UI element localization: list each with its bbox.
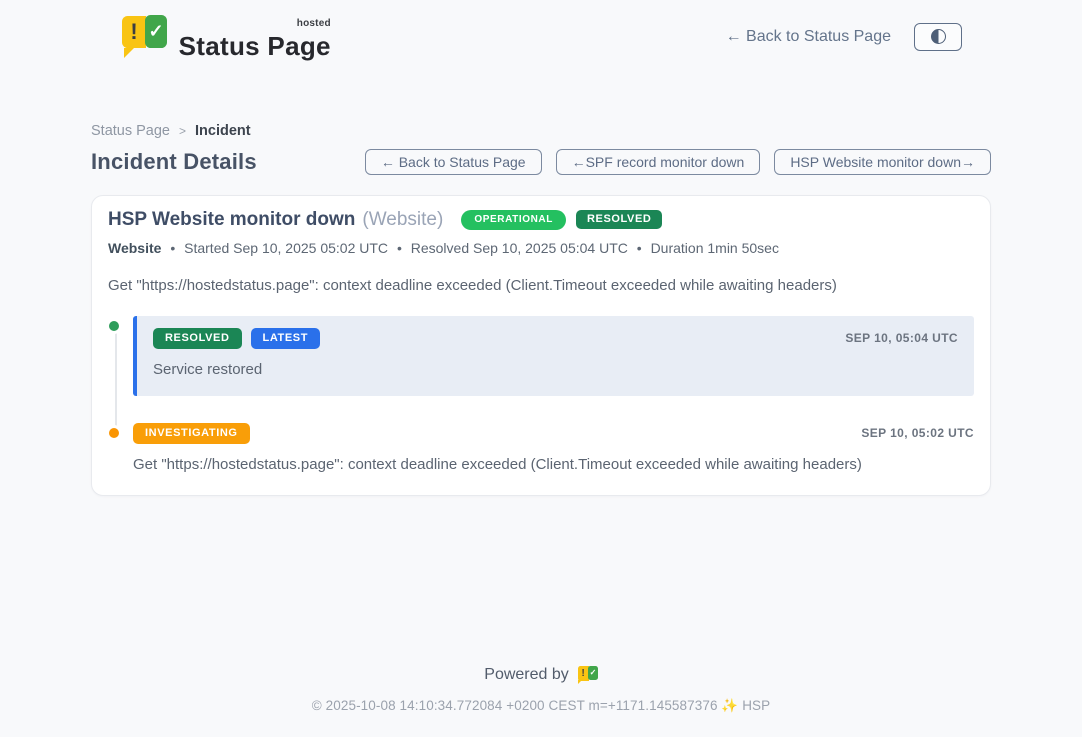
timeline-timestamp: SEP 10, 05:04 UTC [845,331,958,345]
status-dot-resolved [106,318,122,334]
timeline-entry-header: INVESTIGATING SEP 10, 05:02 UTC [133,423,974,444]
resolved-badge: RESOLVED [153,328,242,349]
logo-bubble-yellow: ! [122,16,146,48]
exclamation-icon: ! [130,21,137,43]
next-incident-button[interactable]: HSP Website monitor down→ [774,149,991,175]
contrast-icon [931,29,946,44]
powered-by-label: Powered by [484,666,569,684]
timeline-entry-badges: INVESTIGATING [133,423,250,444]
incident-card-header: HSP Website monitor down (Website) OPERA… [108,209,974,231]
investigating-badge: INVESTIGATING [133,423,250,444]
brand-logo[interactable]: ! ✓ Status Page hosted [122,15,331,59]
header-back-link[interactable]: ← Back to Status Page [726,28,891,46]
timeline-message: Service restored [153,361,958,378]
incident-card: HSP Website monitor down (Website) OPERA… [91,195,991,496]
theme-toggle-button[interactable] [914,23,962,51]
prev-incident-button[interactable]: ←SPF record monitor down [556,149,761,175]
latest-badge: LATEST [251,328,321,349]
meta-duration: Duration 1min 50sec [651,240,779,256]
incident-component: (Website) [362,209,443,231]
breadcrumb-current: Incident [195,123,251,139]
logo-bubble-green: ✓ [588,666,598,681]
brand-logo-icon-small: ! ✓ [578,666,598,686]
timeline-entry-highlight-box: RESOLVED LATEST SEP 10, 05:04 UTC Servic… [133,316,974,396]
timeline-entry: RESOLVED LATEST SEP 10, 05:04 UTC Servic… [108,316,974,396]
incident-timeline: RESOLVED LATEST SEP 10, 05:04 UTC Servic… [108,316,974,473]
brand-logo-icon: ! ✓ [122,15,167,59]
timeline-timestamp: SEP 10, 05:02 UTC [861,426,974,440]
brand-name: Status Page hosted [179,21,331,59]
breadcrumb-separator: > [179,124,186,138]
title-row: Incident Details ← Back to Status Page ←… [91,149,991,175]
incident-description: Get "https://hostedstatus.page": context… [108,277,974,294]
meta-separator: • [637,240,642,256]
incident-meta: Website • Started Sep 10, 2025 05:02 UTC… [108,240,974,256]
page-title: Incident Details [91,149,257,175]
status-dot-investigating [106,425,122,441]
app-header: ! ✓ Status Page hosted ← Back to Status … [0,0,1082,73]
meta-separator: • [397,240,402,256]
powered-by-link[interactable]: Powered by ! ✓ [484,666,597,686]
timeline-entry-header: RESOLVED LATEST SEP 10, 05:04 UTC [153,328,958,349]
logo-bubble-green: ✓ [145,15,166,48]
exclamation-icon: ! [582,669,585,679]
breadcrumb: Status Page > Incident [91,123,991,139]
copyright-text: © 2025-10-08 14:10:34.772084 +0200 CEST … [0,698,1082,714]
meta-resolved: Resolved Sep 10, 2025 05:04 UTC [411,240,628,256]
timeline-message: Get "https://hostedstatus.page": context… [133,456,974,473]
logo-bubble-tail [578,680,582,684]
resolved-badge: RESOLVED [576,210,663,229]
meta-component: Website [108,240,161,256]
meta-started: Started Sep 10, 2025 05:02 UTC [184,240,388,256]
brand-superscript: hosted [297,19,331,29]
header-actions: ← Back to Status Page [726,23,962,51]
logo-bubble-tail [124,48,134,58]
breadcrumb-status-page[interactable]: Status Page [91,123,170,139]
page-footer: Powered by ! ✓ © 2025-10-08 14:10:34.772… [0,666,1082,715]
logo-bubble-yellow: ! [578,666,589,680]
back-to-status-page-button[interactable]: ← Back to Status Page [365,149,542,175]
meta-separator: • [170,240,175,256]
checkmark-icon: ✓ [148,22,163,40]
checkmark-icon: ✓ [590,669,597,677]
incident-title: HSP Website monitor down [108,209,355,231]
brand-name-text: Status Page [179,31,331,61]
operational-badge: OPERATIONAL [461,210,566,230]
timeline-entry: INVESTIGATING SEP 10, 05:02 UTC Get "htt… [108,423,974,473]
main-content: Status Page > Incident Incident Details … [91,123,991,496]
incident-nav-buttons: ← Back to Status Page ←SPF record monito… [365,149,991,175]
timeline-entry-badges: RESOLVED LATEST [153,328,320,349]
